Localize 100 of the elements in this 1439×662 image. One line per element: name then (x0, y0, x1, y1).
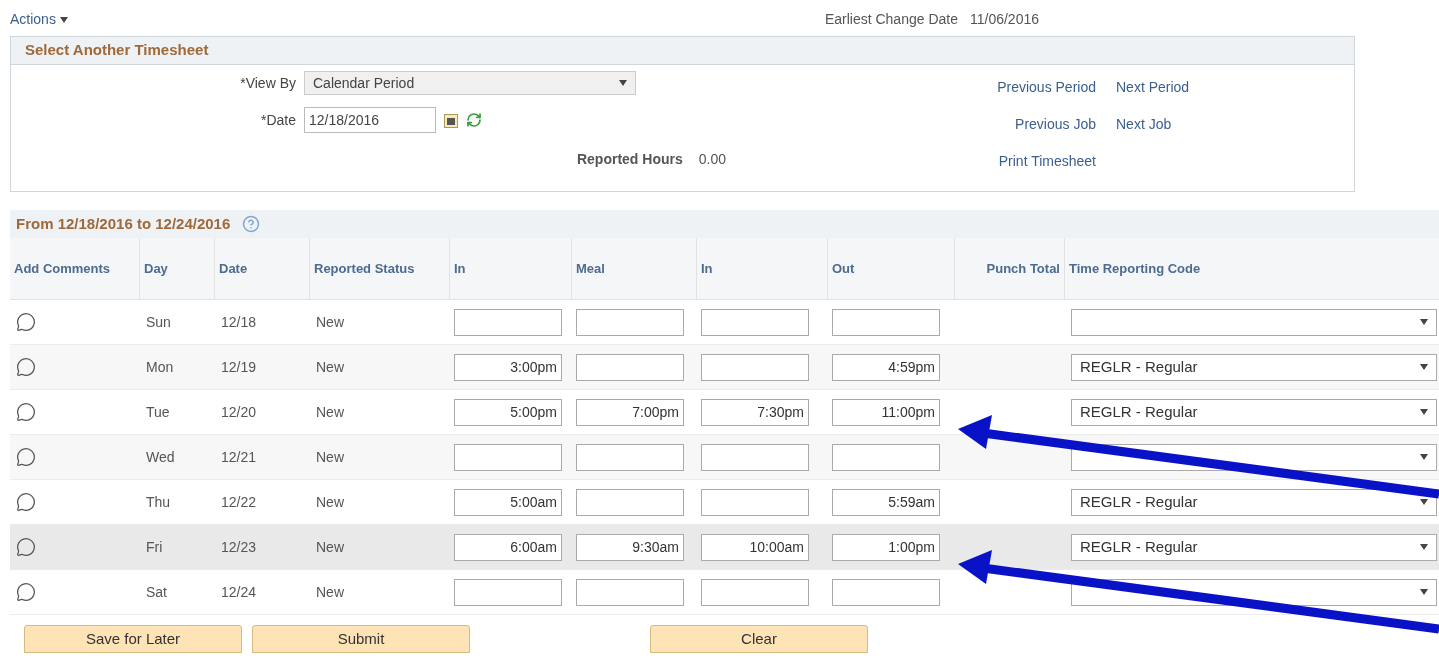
add-comment-icon[interactable] (16, 402, 36, 422)
column-header: Out (832, 261, 855, 276)
time-input-field[interactable] (832, 578, 940, 606)
status-cell: New (316, 493, 344, 510)
dropdown-caret-icon (1420, 499, 1428, 505)
earliest-change-label: Earliest Change Date (824, 10, 958, 29)
reported-hours-label: Reported Hours (576, 149, 683, 169)
add-comment-icon[interactable] (16, 582, 36, 602)
time-input-field[interactable] (701, 353, 809, 381)
time-input-field[interactable]: 1:00pm (832, 533, 940, 561)
time-input-field[interactable]: 5:00am (454, 488, 562, 516)
view-by-label: *View By (239, 73, 296, 93)
day-cell: Mon (146, 358, 174, 375)
dropdown-caret-icon (1420, 319, 1428, 325)
date-cell: 12/20 (221, 403, 257, 420)
status-cell: New (316, 448, 344, 465)
time-input-field[interactable] (576, 308, 684, 336)
navigation-link[interactable]: Print Timesheet (951, 151, 1096, 172)
add-comment-icon[interactable] (16, 537, 36, 557)
navigation-link[interactable]: Previous Period (951, 77, 1096, 98)
time-input-field[interactable]: 4:59pm (832, 353, 940, 381)
date-cell: 12/23 (221, 538, 257, 555)
actions-menu[interactable]: Actions (10, 9, 68, 30)
time-input-field[interactable] (701, 578, 809, 606)
day-cell: Tue (146, 403, 170, 420)
column-header: Day (144, 261, 168, 276)
dropdown-caret-icon (59, 16, 68, 23)
time-input-field[interactable] (454, 578, 562, 606)
column-header: Meal (576, 261, 605, 276)
time-reporting-code-select[interactable]: REGLR - Regular (1071, 488, 1437, 516)
date-cell: 12/21 (221, 448, 257, 465)
time-input-field[interactable]: 6:00am (454, 533, 562, 561)
column-header: Punch Total (986, 261, 1060, 276)
add-comment-icon[interactable] (16, 447, 36, 467)
day-cell: Fri (146, 538, 163, 555)
dropdown-caret-icon (619, 80, 627, 86)
column-header: Time Reporting Code (1069, 261, 1201, 276)
time-input-field[interactable]: 11:00pm (832, 398, 940, 426)
time-input-field[interactable]: 7:00pm (576, 398, 684, 426)
time-input-field[interactable]: 9:30am (576, 533, 684, 561)
time-input-field[interactable] (576, 353, 684, 381)
date-cell: 12/22 (221, 493, 257, 510)
dropdown-caret-icon (1420, 454, 1428, 460)
column-header: Reported Status (314, 261, 415, 276)
navigation-link[interactable]: Next Job (1116, 114, 1246, 135)
time-input-field[interactable] (832, 443, 940, 471)
time-input-field[interactable] (701, 488, 809, 516)
day-cell: Sun (146, 313, 171, 330)
time-input-field[interactable]: 7:30pm (701, 398, 809, 426)
status-cell: New (316, 358, 344, 375)
time-input-field[interactable] (454, 308, 562, 336)
time-reporting-code-select[interactable]: REGLR - Regular (1071, 398, 1437, 426)
status-cell: New (316, 313, 344, 330)
column-header: In (454, 261, 466, 276)
date-input-field[interactable]: 12/18/2016 (304, 107, 436, 133)
add-comment-icon[interactable] (16, 357, 36, 377)
navigation-link[interactable]: Next Period (1116, 77, 1246, 98)
time-reporting-code-select[interactable]: REGLR - Regular (1071, 353, 1437, 381)
day-cell: Sat (146, 583, 167, 600)
time-input-field[interactable] (454, 443, 562, 471)
time-input-field[interactable]: 3:00pm (454, 353, 562, 381)
action-button[interactable]: Save for Later (24, 625, 242, 653)
time-input-field[interactable] (576, 443, 684, 471)
time-reporting-code-select[interactable]: REGLR - Regular (1071, 533, 1437, 561)
column-header: Date (219, 261, 248, 276)
status-cell: New (316, 538, 344, 555)
column-header: In (701, 261, 713, 276)
day-cell: Wed (146, 448, 175, 465)
action-button[interactable]: Clear (650, 625, 868, 653)
time-input-field[interactable] (576, 578, 684, 606)
time-input-field[interactable]: 5:59am (832, 488, 940, 516)
help-icon[interactable] (242, 215, 261, 233)
column-header: Add Comments (14, 261, 111, 276)
timesheet-period-title: From 12/18/2016 to 12/24/2016 (16, 213, 231, 234)
action-button[interactable]: Submit (252, 625, 470, 653)
date-cell: 12/19 (221, 358, 257, 375)
dropdown-caret-icon (1420, 589, 1428, 595)
date-cell: 12/18 (221, 313, 257, 330)
earliest-change-value: 11/06/2016 (969, 10, 1039, 29)
navigation-link[interactable]: Previous Job (951, 114, 1096, 135)
day-cell: Thu (146, 493, 171, 510)
view-by-select[interactable]: Calendar Period (304, 71, 636, 95)
time-input-field[interactable] (701, 443, 809, 471)
status-cell: New (316, 403, 344, 420)
date-cell: 12/24 (221, 583, 257, 600)
dropdown-caret-icon (1420, 544, 1428, 550)
add-comment-icon[interactable] (16, 312, 36, 332)
calendar-icon[interactable] (444, 112, 458, 128)
time-input-field[interactable]: 5:00pm (454, 398, 562, 426)
status-cell: New (316, 583, 344, 600)
add-comment-icon[interactable] (16, 492, 36, 512)
reported-hours-value: 0.00 (698, 149, 726, 169)
date-label: *Date (259, 110, 296, 130)
time-input-field[interactable] (576, 488, 684, 516)
panel-title: Select Another Timesheet (11, 37, 1354, 65)
refresh-icon[interactable] (466, 112, 482, 128)
dropdown-caret-icon (1420, 364, 1428, 370)
time-input-field[interactable] (832, 308, 940, 336)
time-input-field[interactable] (701, 308, 809, 336)
time-input-field[interactable]: 10:00am (701, 533, 809, 561)
